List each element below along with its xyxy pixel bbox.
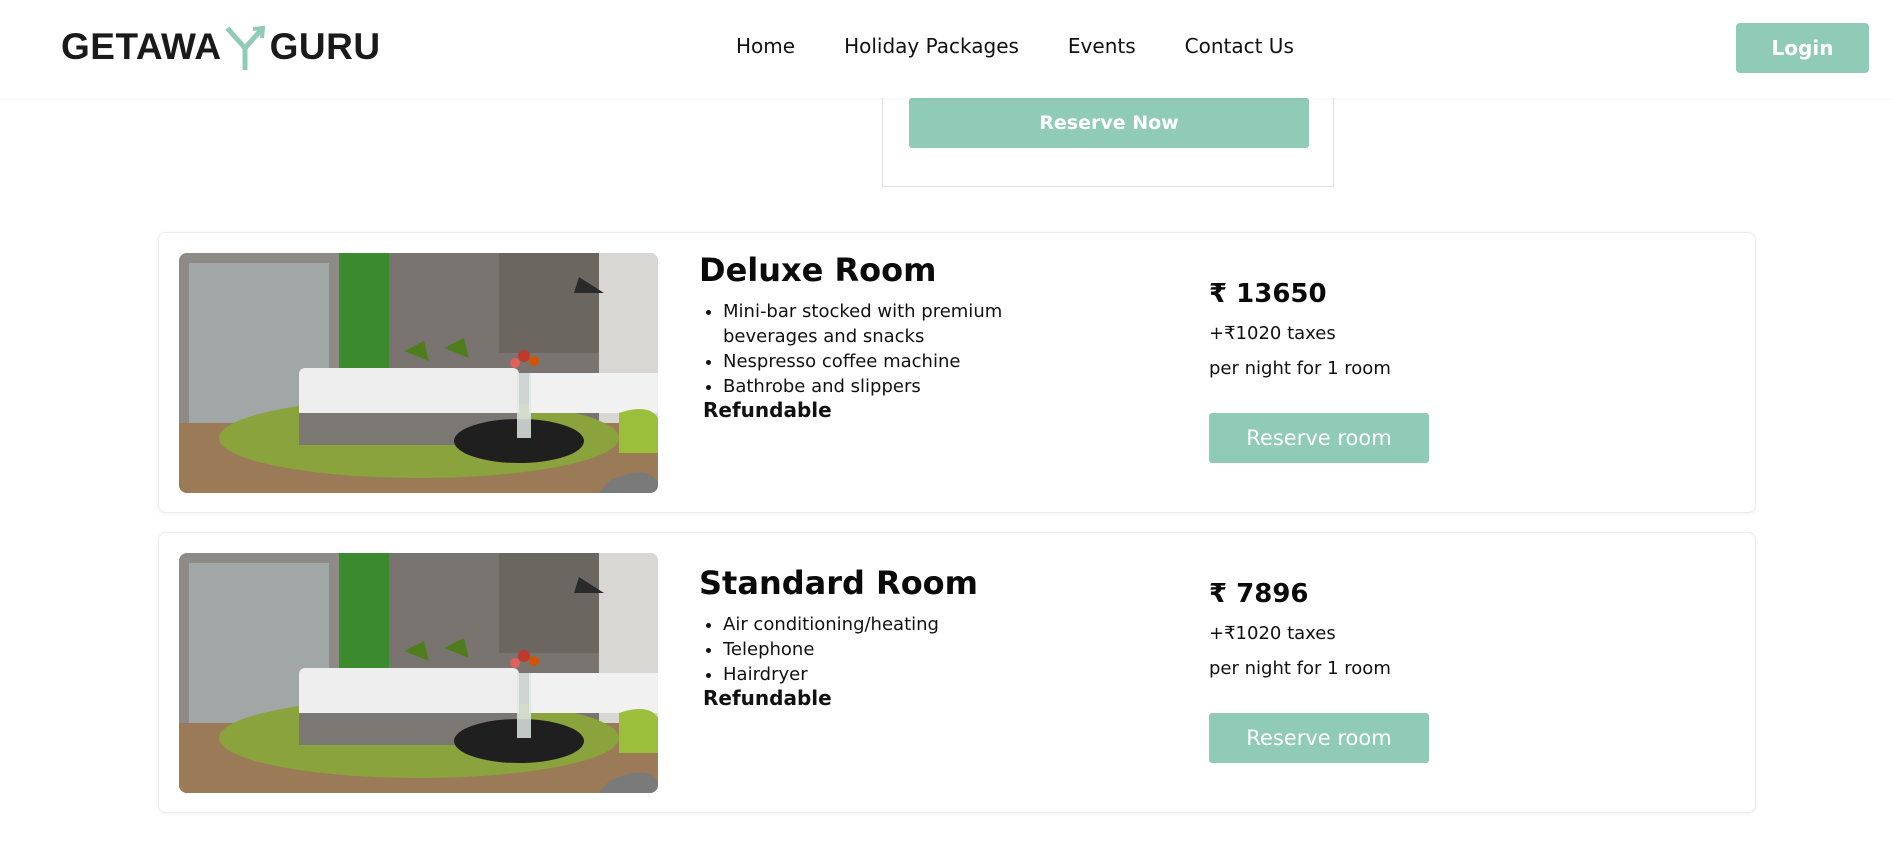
site-logo[interactable]: GETAWA GURU: [61, 24, 381, 70]
nav-home[interactable]: Home: [736, 34, 795, 58]
refundable-label: Refundable: [703, 686, 832, 710]
room-photo: [179, 253, 658, 493]
refundable-label: Refundable: [703, 398, 832, 422]
room-feature: Mini-bar stocked with premium beverages …: [723, 299, 1033, 349]
room-price: ₹ 13650: [1209, 279, 1327, 309]
room-taxes: +₹1020 taxes: [1209, 323, 1336, 344]
room-features-list: Air conditioning/heating Telephone Haird…: [723, 612, 1033, 687]
main-nav: Home Holiday Packages Events Contact Us: [736, 34, 1294, 58]
room-title: Deluxe Room: [699, 251, 937, 289]
room-features-list: Mini-bar stocked with premium beverages …: [723, 299, 1033, 399]
per-night-note: per night for 1 room: [1209, 358, 1391, 379]
room-card-standard: Standard Room Air conditioning/heating T…: [158, 532, 1756, 813]
room-taxes: +₹1020 taxes: [1209, 623, 1336, 644]
reserve-room-button[interactable]: Reserve room: [1209, 713, 1429, 763]
room-feature: Bathrobe and slippers: [723, 374, 1033, 399]
room-feature: Air conditioning/heating: [723, 612, 1033, 637]
login-button[interactable]: Login: [1736, 23, 1869, 73]
room-title: Standard Room: [699, 564, 978, 602]
room-photo: [179, 553, 658, 793]
nav-events[interactable]: Events: [1068, 34, 1136, 58]
reserve-room-button[interactable]: Reserve room: [1209, 413, 1429, 463]
room-feature: Telephone: [723, 637, 1033, 662]
room-card-deluxe: Deluxe Room Mini-bar stocked with premiu…: [158, 232, 1756, 513]
reserve-now-button[interactable]: Reserve Now: [909, 98, 1309, 148]
logo-y-arrow-icon: [223, 24, 267, 70]
room-price: ₹ 7896: [1209, 579, 1309, 609]
site-header: GETAWA GURU Home Holiday Packages Events…: [0, 0, 1892, 98]
logo-text-right: GURU: [269, 26, 381, 67]
room-feature: Hairdryer: [723, 662, 1033, 687]
room-feature: Nespresso coffee machine: [723, 349, 1033, 374]
per-night-note: per night for 1 room: [1209, 658, 1391, 679]
logo-text-left: GETAWA: [61, 26, 222, 67]
nav-contact-us[interactable]: Contact Us: [1185, 34, 1294, 58]
nav-holiday-packages[interactable]: Holiday Packages: [844, 34, 1019, 58]
